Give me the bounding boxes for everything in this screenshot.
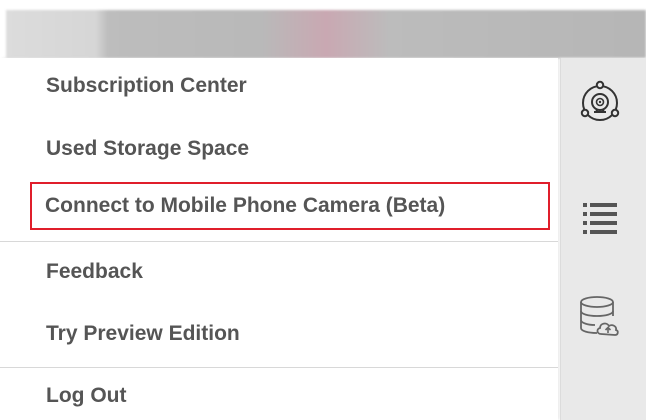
menu-item-subscription-center[interactable]: Subscription Center xyxy=(30,66,558,106)
menu-item-label: Connect to Mobile Phone Camera (Beta) xyxy=(45,194,446,217)
account-dropdown-menu: Subscription Center Used Storage Space C… xyxy=(0,58,558,420)
list-icon[interactable] xyxy=(577,194,623,240)
blurred-header xyxy=(6,10,646,58)
menu-item-connect-mobile-camera[interactable]: Connect to Mobile Phone Camera (Beta) xyxy=(30,182,550,230)
top-bar xyxy=(0,0,646,58)
menu-item-label: Used Storage Space xyxy=(46,137,250,160)
menu-divider xyxy=(0,241,558,242)
cloud-storage-icon[interactable] xyxy=(577,294,623,340)
right-sidebar xyxy=(560,58,646,420)
menu-divider xyxy=(0,367,558,368)
menu-item-feedback[interactable]: Feedback xyxy=(30,252,558,292)
menu-item-label: Try Preview Edition xyxy=(46,322,240,345)
menu-item-log-out[interactable]: Log Out xyxy=(30,376,558,416)
menu-item-used-storage-space[interactable]: Used Storage Space xyxy=(30,129,558,169)
app-window: Subscription Center Used Storage Space C… xyxy=(0,0,646,420)
menu-item-try-preview-edition[interactable]: Try Preview Edition xyxy=(30,314,558,354)
menu-item-label: Log Out xyxy=(46,384,127,407)
camera-network-icon[interactable] xyxy=(577,80,623,126)
menu-item-label: Feedback xyxy=(46,260,143,283)
menu-item-label: Subscription Center xyxy=(46,74,247,97)
